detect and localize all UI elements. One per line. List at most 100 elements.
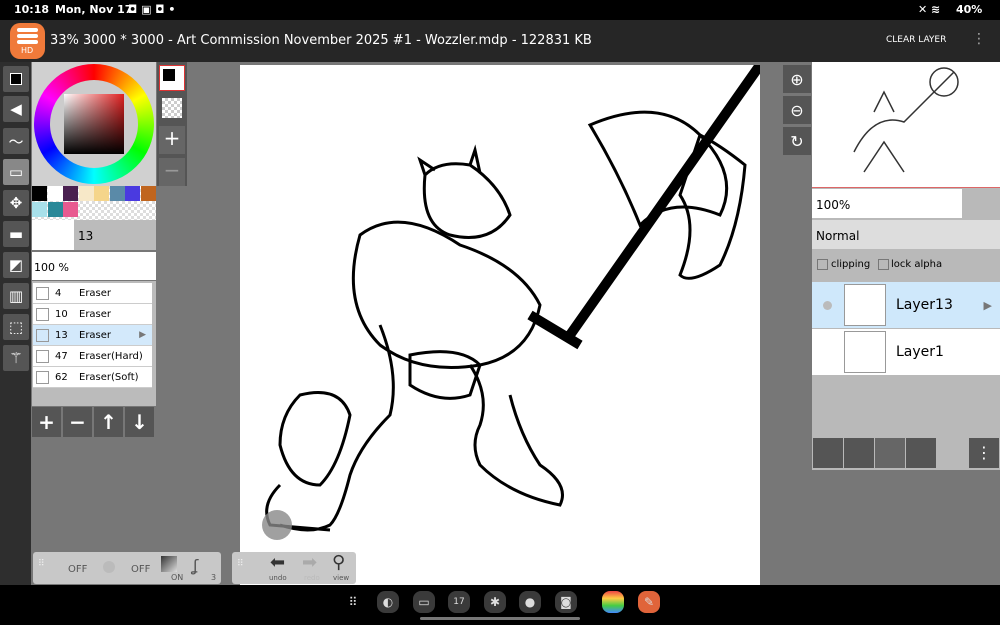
brush-item[interactable]: 10 Eraser [33,304,152,325]
brush-cursor-icon[interactable] [262,510,292,540]
rotate-reset-icon[interactable]: ↻ [783,127,811,155]
palette-swatch[interactable] [32,202,47,217]
calendar-icon[interactable]: 17 [448,591,470,613]
browser-icon[interactable]: ◐ [377,591,399,613]
brush-options-bar: ⠿ OFF OFF ON ʆ 3 [33,552,221,584]
brush-item-size: 10 [55,308,68,320]
brush-item[interactable]: 13 Eraser ▶ [33,325,152,346]
layer-item[interactable]: Layer13 ▶ [812,282,1000,328]
brush-size-row[interactable]: 13 [32,220,156,250]
zoom-out-icon[interactable]: ⊖ [783,96,811,124]
zoom-in-icon[interactable]: ⊕ [783,65,811,93]
eraser-tool-icon[interactable]: ▭ [3,159,29,185]
remove-color-button[interactable]: − [159,158,185,186]
color-side-panel: + − [157,62,187,186]
undo-icon[interactable]: ⬅ [270,552,285,573]
files-icon[interactable]: ▭ [413,591,435,613]
selection-tool-icon[interactable]: ⬚ [3,314,29,340]
correction-toggle[interactable]: OFF [131,564,150,575]
rectangle-tool-icon[interactable]: ▬ [3,221,29,247]
color-swap-icon[interactable] [3,66,29,92]
add-brush-button[interactable]: + [32,407,61,437]
palette-swatch[interactable] [78,186,94,201]
merge-down-button[interactable] [906,438,936,468]
brush-item[interactable]: 62 Eraser(Soft) [33,367,152,388]
redo-label: redo [304,574,320,582]
apps-grid-icon[interactable]: ⠿ [342,591,364,613]
remove-brush-button[interactable]: − [63,407,92,437]
palette-swatch[interactable] [47,202,63,217]
brush-options-icon[interactable]: ▶ [139,330,146,340]
brush-item-name: Eraser [79,287,112,299]
clipping-checkbox[interactable]: clipping [817,259,870,270]
brush-checkbox[interactable] [36,328,49,342]
palette-swatch[interactable] [125,186,140,201]
palette-swatch[interactable] [63,202,78,217]
layer-opacity[interactable]: 100% [812,189,962,218]
palette-swatch[interactable] [140,186,156,201]
palette-swatch[interactable] [63,186,78,201]
brush-stroke-icon[interactable]: 〜 [3,128,29,154]
layer-menu-icon[interactable]: ⋮ [969,438,999,468]
game-app-icon[interactable] [602,591,624,613]
clear-layer-button[interactable]: CLEAR LAYER [886,35,946,45]
layer-visibility-icon[interactable] [823,300,832,310]
layer-item[interactable]: Layer1 [812,329,1000,375]
redo-icon[interactable]: ➡ [302,552,317,573]
brush-item-name: Eraser [79,329,112,341]
palette-swatch[interactable] [109,186,125,201]
camera-icon[interactable]: ◙ [555,591,577,613]
brush-item[interactable]: 4 Eraser [33,283,152,304]
move-layer-up-button[interactable] [875,438,905,468]
add-color-button[interactable]: + [159,126,185,154]
move-brush-down-button[interactable]: ↓ [125,407,154,437]
saturation-square[interactable] [64,94,124,154]
overflow-menu-icon[interactable]: ⋮ [972,31,986,47]
move-brush-up-button[interactable]: ↑ [94,407,123,437]
antialias-toggle[interactable]: OFF [68,564,87,575]
drag-handle-icon[interactable]: ⠿ [38,559,45,569]
gallery-icon[interactable]: ✱ [484,591,506,613]
transparent-color-icon[interactable] [162,98,182,118]
brush-checkbox[interactable] [36,286,49,300]
layer-options-icon[interactable]: ▶ [984,299,992,312]
magic-wand-icon[interactable]: ⚚ [3,345,29,371]
ibispaint-app-icon[interactable]: ✎ [638,591,660,613]
blend-mode-select[interactable]: Normal [812,220,1000,249]
pressure-icon[interactable] [161,556,177,572]
add-layer-button[interactable] [813,438,843,468]
palette-swatch[interactable] [94,186,109,201]
delete-layer-button[interactable] [844,438,874,468]
layer-panel: 100% Normal clipping lock alpha Layer13 … [812,62,1000,470]
undo-label: undo [269,574,287,582]
brush-checkbox[interactable] [36,370,49,384]
move-tool-icon[interactable]: ✥ [3,190,29,216]
app-menu-button[interactable]: HD [10,23,45,59]
contacts-icon[interactable]: ● [519,591,541,613]
line-art-drawing [265,62,765,532]
fill-bucket-icon[interactable]: ◩ [3,252,29,278]
palette-swatch[interactable] [32,186,47,201]
lock-alpha-label: lock alpha [891,259,943,270]
navigator-preview[interactable] [812,62,1000,188]
back-icon[interactable]: ◀ [3,96,29,122]
brush-checkbox[interactable] [36,349,49,363]
lock-alpha-checkbox[interactable]: lock alpha [878,259,942,270]
brush-checkbox[interactable] [36,307,49,321]
brush-size-value: 13 [78,229,94,243]
gesture-bar[interactable] [420,617,580,620]
gradient-tool-icon[interactable]: ▥ [3,283,29,309]
color-wheel[interactable] [32,62,156,186]
dot-toggle-icon[interactable] [103,561,115,573]
palette [32,186,156,220]
stabilizer-icon[interactable]: ʆ [193,556,198,575]
current-color-icon[interactable] [159,65,185,91]
view-search-icon[interactable]: ⚲ [332,552,345,573]
drawing-canvas[interactable] [240,62,765,585]
app-bar: HD 33% 3000 * 3000 - Art Commission Nove… [0,20,1000,62]
brush-opacity[interactable]: 100 % [32,252,156,280]
drag-handle-icon[interactable]: ⠿ [237,559,244,569]
brush-item[interactable]: 47 Eraser(Hard) [33,346,152,367]
palette-swatch[interactable] [47,186,63,201]
status-bar: 10:18 Mon, Nov 17 ◘ ▣ ◘ • ✕ ≋ 40% [0,0,1000,20]
